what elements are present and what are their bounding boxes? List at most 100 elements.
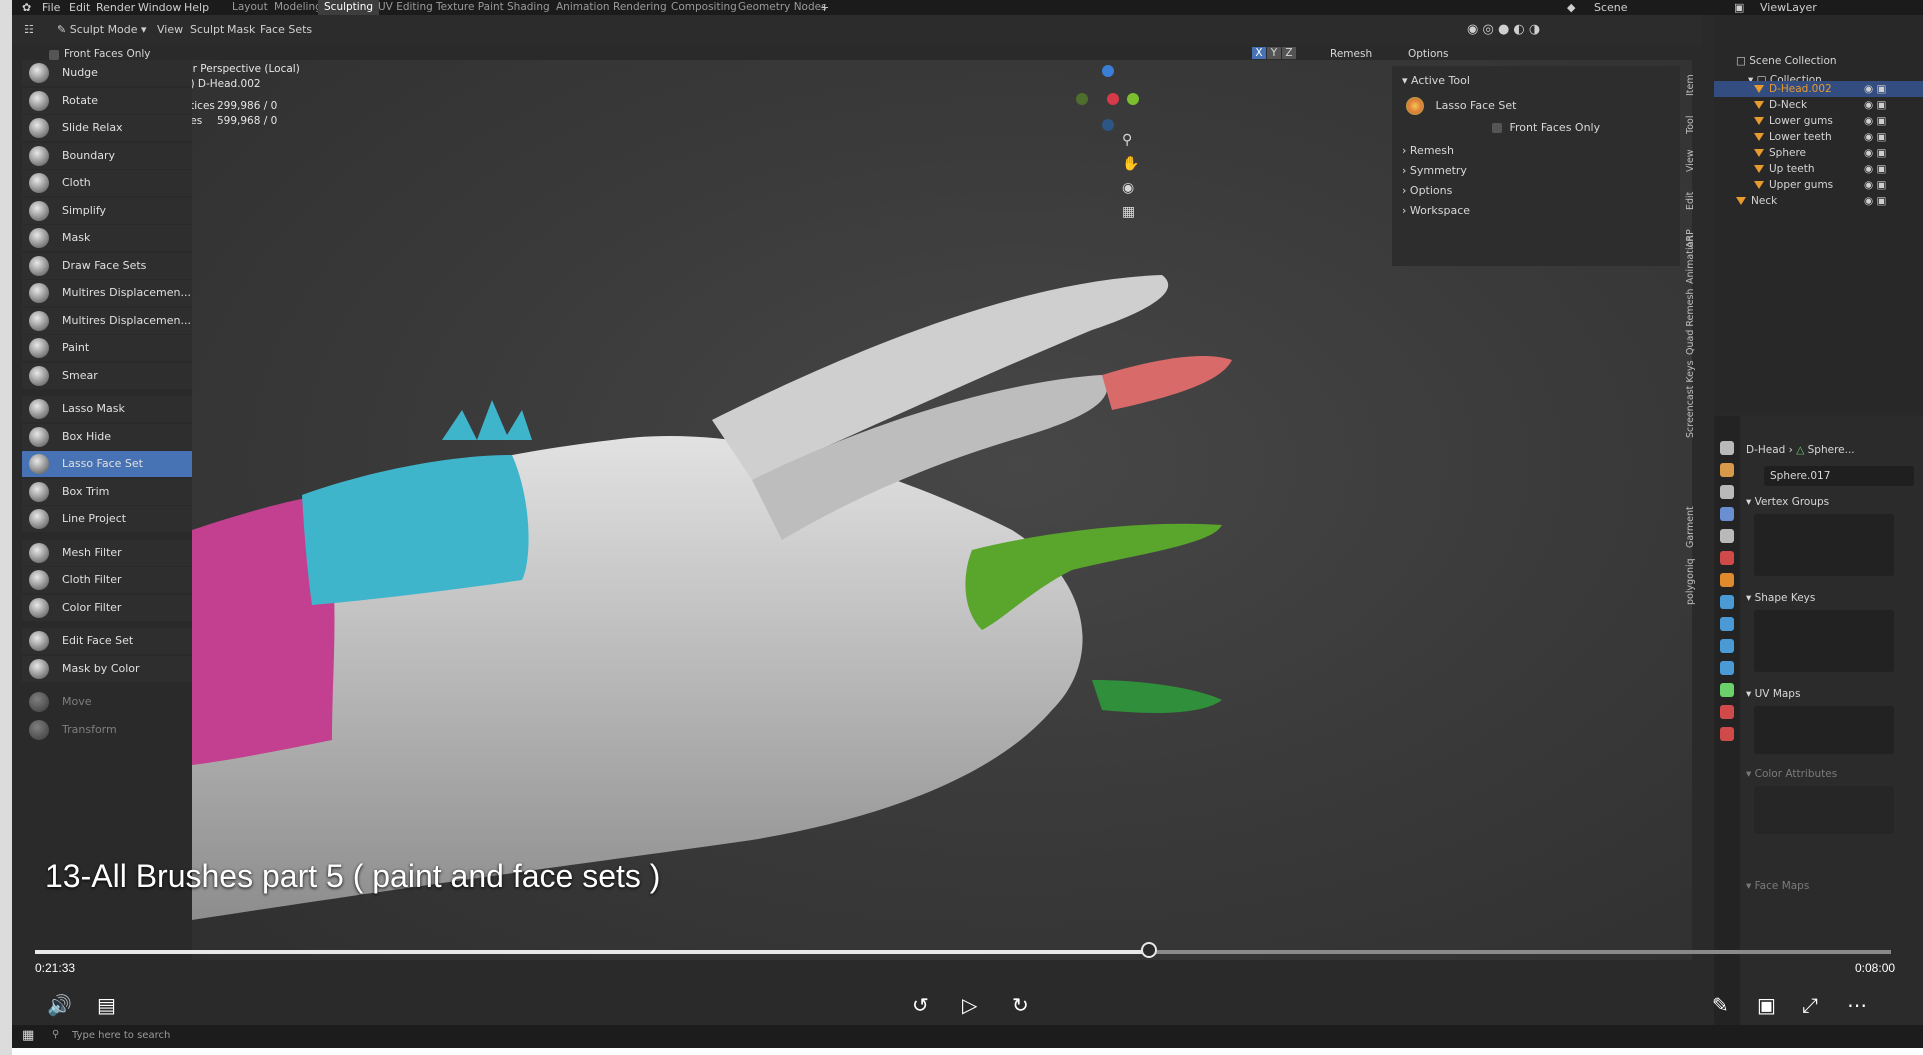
tool-front-faces-row[interactable]: Front Faces Only (1492, 121, 1600, 134)
side-tab[interactable]: Item (1685, 74, 1696, 96)
side-tab[interactable]: polygoniq (1685, 558, 1696, 605)
properties-list-box[interactable] (1754, 706, 1894, 754)
fullscreen-icon[interactable]: ⤢ (1802, 985, 1818, 1025)
tool-draw-face-sets[interactable]: Draw Face Sets (22, 252, 192, 279)
tab-texture-paint[interactable]: Texture Paint (436, 0, 504, 15)
side-tab[interactable]: Edit (1685, 192, 1696, 210)
taskbar-search[interactable]: Type here to search (72, 1030, 170, 1041)
tool-move[interactable]: Move (22, 689, 192, 715)
properties-tab-icon[interactable] (1720, 463, 1734, 477)
menu-file[interactable]: File (42, 0, 60, 15)
properties-tab-icon[interactable] (1720, 441, 1734, 455)
view-layer-icon[interactable]: ▣ (1734, 0, 1744, 15)
zoom-icon[interactable]: ⚲ (1122, 132, 1132, 148)
volume-icon[interactable]: 🔊 (47, 985, 72, 1025)
tool-edit-face-set[interactable]: Edit Face Set (22, 628, 192, 654)
tab-animation[interactable]: Animation (556, 0, 610, 15)
outliner-item[interactable]: Lower gums ◉ ▣ (1714, 113, 1923, 129)
visibility-icon[interactable]: ◉ ▣ (1864, 97, 1886, 113)
tool-mask-by-color[interactable]: Mask by Color (22, 655, 192, 682)
properties-tab-icon[interactable] (1720, 573, 1734, 587)
axis-z-toggle[interactable]: Z (1282, 47, 1296, 59)
seek-handle[interactable] (1140, 942, 1157, 958)
properties-tab-icon[interactable] (1720, 727, 1734, 741)
tool-smear[interactable]: Smear (22, 362, 192, 389)
menu-window[interactable]: Window (138, 0, 181, 15)
video-seek-bar[interactable] (35, 942, 1891, 958)
axis-gizmo[interactable] (1072, 65, 1142, 135)
menu-edit[interactable]: Edit (69, 0, 90, 15)
remesh-dropdown[interactable]: Remesh (1330, 48, 1372, 60)
properties-tab-icon[interactable] (1720, 551, 1734, 565)
properties-section-header[interactable]: ▾ Face Maps (1746, 880, 1916, 892)
tab-rendering[interactable]: Rendering (613, 0, 667, 15)
rewind-10-icon[interactable]: ↺ (912, 985, 929, 1025)
side-tab[interactable]: Animation (1685, 236, 1696, 284)
scene-name[interactable]: Scene (1594, 0, 1628, 15)
outliner-item[interactable]: Neck ◉ ▣ (1714, 193, 1923, 209)
panel-symmetry[interactable]: › Symmetry (1402, 164, 1467, 177)
axis-y-toggle[interactable]: Y (1267, 47, 1281, 59)
properties-section-header[interactable]: ▾ Vertex Groups (1746, 496, 1916, 508)
side-tab[interactable]: Garment (1685, 506, 1696, 548)
taskbar-search-icon[interactable]: ⚲ (52, 1029, 59, 1040)
visibility-icon[interactable]: ◉ ▣ (1864, 161, 1886, 177)
side-tab[interactable]: View (1685, 149, 1696, 172)
menu-face-sets[interactable]: Face Sets (260, 15, 312, 45)
gizmo-neg-y-icon[interactable] (1076, 93, 1088, 105)
tool-multires-displacemen[interactable]: Multires Displacemen... (22, 280, 192, 306)
visibility-icon[interactable]: ◉ ▣ (1864, 145, 1886, 161)
tab-layout[interactable]: Layout (232, 0, 268, 15)
captions-icon[interactable]: ▤ (97, 985, 116, 1025)
tool-simplify[interactable]: Simplify (22, 197, 192, 224)
properties-tab-icon[interactable] (1720, 705, 1734, 719)
outliner-item[interactable]: D-Head.002 ◉ ▣ (1714, 81, 1923, 97)
properties-tab-icon[interactable] (1720, 639, 1734, 653)
tool-lasso-face-set[interactable]: Lasso Face Set (22, 451, 192, 477)
miniplayer-icon[interactable]: ▣ (1757, 985, 1776, 1025)
properties-section-header[interactable]: ▾ UV Maps (1746, 688, 1916, 700)
panel-options[interactable]: › Options (1402, 184, 1452, 197)
visibility-icon[interactable]: ◉ ▣ (1864, 81, 1886, 97)
tab-geometry-nodes[interactable]: Geometry Nodes (738, 0, 827, 15)
properties-list-box[interactable] (1754, 610, 1894, 672)
edit-icon[interactable]: ✎ (1712, 985, 1729, 1025)
visibility-icon[interactable]: ◉ ▣ (1864, 177, 1886, 193)
visibility-icon[interactable]: ◉ ▣ (1864, 193, 1886, 209)
tab-compositing[interactable]: Compositing (671, 0, 737, 15)
tool-front-faces-checkbox[interactable] (1492, 123, 1502, 133)
properties-section-header[interactable]: ▾ Shape Keys (1746, 592, 1916, 604)
axis-x-toggle[interactable]: X (1252, 47, 1266, 59)
tool-color-filter[interactable]: Color Filter (22, 594, 192, 621)
visibility-icon[interactable]: ◉ ▣ (1864, 113, 1886, 129)
play-icon[interactable]: ▷ (962, 985, 977, 1025)
tool-cloth[interactable]: Cloth (22, 170, 192, 196)
outliner-item[interactable]: D-Neck ◉ ▣ (1714, 97, 1923, 113)
camera-icon[interactable]: ◉ (1122, 180, 1134, 196)
gizmo-neg-z-icon[interactable] (1102, 119, 1114, 131)
sculpt-mode-dropdown[interactable]: ✎ Sculpt Mode ▾ (57, 15, 147, 45)
front-faces-checkbox[interactable] (49, 50, 59, 60)
options-dropdown[interactable]: Options (1408, 48, 1449, 60)
gizmo-y-icon[interactable] (1127, 93, 1139, 105)
outliner-item[interactable]: Sphere ◉ ▣ (1714, 145, 1923, 161)
menu-sculpt[interactable]: Sculpt (190, 15, 224, 45)
tool-cloth-filter[interactable]: Cloth Filter (22, 567, 192, 593)
view-layer-name[interactable]: ViewLayer (1760, 0, 1817, 15)
mesh-breadcrumb[interactable]: Sphere... (1808, 444, 1855, 456)
tool-mask[interactable]: Mask (22, 225, 192, 251)
blender-logo-icon[interactable]: ✿ (22, 0, 31, 15)
panel-workspace[interactable]: › Workspace (1402, 204, 1470, 217)
tool-boundary[interactable]: Boundary (22, 142, 192, 169)
tool-transform[interactable]: Transform (22, 717, 192, 743)
scene-icon[interactable]: ◆ (1567, 0, 1575, 15)
side-tab[interactable]: Tool (1685, 116, 1696, 134)
properties-tab-icon[interactable] (1720, 529, 1734, 543)
windows-start-icon[interactable]: ▦ (22, 1028, 34, 1043)
properties-tab-icon[interactable] (1720, 595, 1734, 609)
side-tab[interactable]: Screencast Keys (1685, 360, 1696, 438)
menu-help[interactable]: Help (184, 0, 209, 15)
tool-mesh-filter[interactable]: Mesh Filter (22, 539, 192, 566)
properties-list-box[interactable] (1754, 514, 1894, 576)
forward-30-icon[interactable]: ↻ (1012, 985, 1029, 1025)
